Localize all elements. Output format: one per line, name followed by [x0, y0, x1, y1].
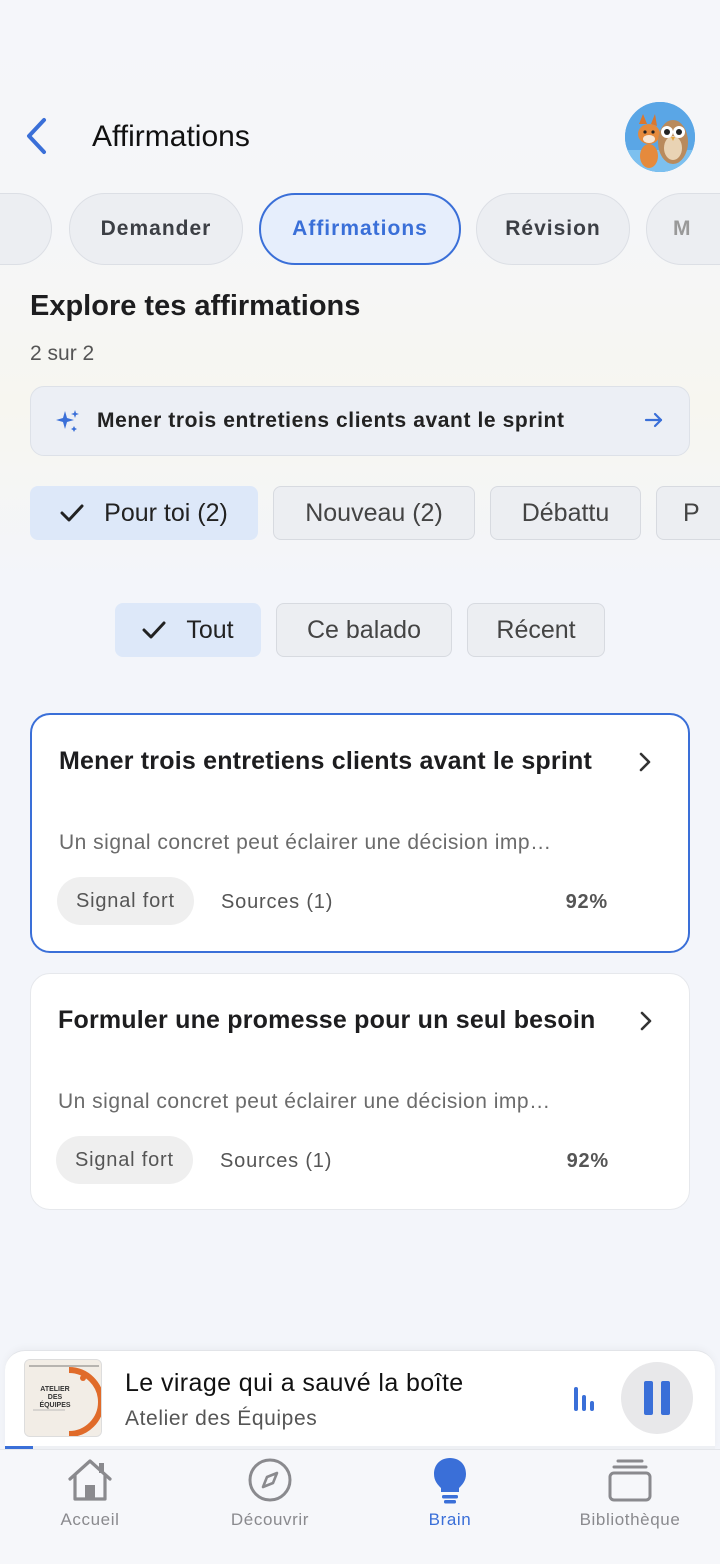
tab-demander[interactable]: Demander [69, 193, 243, 265]
filter-recent[interactable]: Récent [467, 603, 605, 657]
suggestion-text: Mener trois entretiens clients avant le … [97, 409, 565, 432]
filter-label: Nouveau (2) [305, 498, 443, 527]
suggestion-banner[interactable]: Mener trois entretiens clients avant le … [30, 386, 690, 456]
category-filters: Pour toi (2) Nouveau (2) Débattu P [0, 484, 720, 544]
filter-debattu[interactable]: Débattu [490, 486, 641, 540]
filter-label: Tout [186, 615, 234, 644]
card-title: Mener trois entretiens clients avant le … [59, 747, 592, 775]
filter-nouveau[interactable]: Nouveau (2) [273, 486, 475, 540]
home-icon [68, 1459, 112, 1501]
pause-button[interactable] [621, 1362, 693, 1434]
filter-label: Pour toi (2) [104, 498, 228, 527]
nav-decouvrir[interactable]: Découvrir [180, 1450, 360, 1550]
tab-label: Affirmations [292, 217, 428, 240]
sparkle-icon [56, 410, 79, 432]
section-tabs: Demander Affirmations Révision M [0, 192, 720, 266]
header: Affirmations [0, 100, 720, 176]
page-title: Affirmations [92, 120, 250, 153]
tab-partial-right[interactable]: M [646, 193, 720, 265]
back-button[interactable] [14, 114, 58, 158]
card-title: Formuler une promesse pour un seul besoi… [58, 1006, 596, 1034]
mini-player[interactable]: ATELIER DES ÉQUIPES Le virage qui a sauv… [5, 1350, 715, 1448]
library-icon [608, 1459, 652, 1502]
episode-cover: ATELIER DES ÉQUIPES [24, 1359, 102, 1437]
confidence-percent: 92% [565, 891, 608, 913]
chevron-left-icon [27, 118, 46, 154]
nav-bibliotheque[interactable]: Bibliothèque [540, 1450, 720, 1550]
signal-badge: Signal fort [57, 877, 194, 925]
nav-label: Découvrir [230, 1510, 310, 1529]
checkmark-icon [142, 621, 166, 639]
filter-label: Récent [496, 615, 576, 644]
lightbulb-icon [434, 1458, 466, 1504]
card-description: Un signal concret peut éclairer une déci… [59, 831, 552, 854]
filter-tout[interactable]: Tout [115, 603, 261, 657]
tab-partial-left[interactable] [0, 193, 52, 265]
checkmark-icon [60, 504, 84, 522]
player-title: Le virage qui a sauvé la boîte [125, 1369, 464, 1397]
tab-label: Révision [505, 217, 601, 240]
pause-icon [644, 1381, 670, 1415]
confidence-percent: 92% [566, 1150, 609, 1172]
arrow-right-icon [644, 412, 663, 428]
nav-accueil[interactable]: Accueil [0, 1450, 180, 1550]
section-title: Explore tes affirmations [30, 290, 361, 322]
card-description: Un signal concret peut éclairer une déci… [58, 1090, 551, 1113]
nav-label: Bibliothèque [579, 1510, 681, 1529]
bottom-tab-bar: Accueil Découvrir Brain Bibliothèque [0, 1449, 720, 1564]
nav-label: Brain [428, 1510, 472, 1529]
tab-revision[interactable]: Révision [476, 193, 630, 265]
affirmation-card[interactable]: Formuler une promesse pour un seul besoi… [30, 973, 690, 1210]
sources-link[interactable]: Sources (1) [221, 891, 333, 914]
filter-label: Débattu [521, 498, 610, 527]
player-subtitle: Atelier des Équipes [125, 1407, 318, 1430]
nav-brain[interactable]: Brain [360, 1450, 540, 1550]
tab-affirmations[interactable]: Affirmations [259, 193, 461, 265]
filter-label: Ce balado [307, 615, 421, 644]
chevron-right-icon [639, 752, 651, 772]
affirmation-card[interactable]: Mener trois entretiens clients avant le … [30, 713, 690, 953]
equalizer-icon[interactable] [572, 1383, 596, 1413]
avatar-illustration-icon [625, 102, 695, 172]
sources-link[interactable]: Sources (1) [220, 1150, 332, 1173]
chevron-right-icon [640, 1011, 652, 1031]
filter-partial[interactable]: P [656, 486, 720, 540]
signal-badge: Signal fort [56, 1136, 193, 1184]
tab-label: M [673, 217, 692, 240]
nav-label: Accueil [60, 1510, 120, 1529]
filter-ce-balado[interactable]: Ce balado [276, 603, 452, 657]
scope-filters: Tout Ce balado Récent [0, 601, 720, 661]
compass-icon [248, 1458, 292, 1502]
cover-title: ATELIER DES ÉQUIPES [39, 1386, 71, 1409]
filter-pour-toi[interactable]: Pour toi (2) [30, 486, 258, 540]
result-count: 2 sur 2 [30, 342, 95, 365]
filter-label: P [683, 498, 700, 527]
avatar[interactable] [625, 102, 695, 172]
tab-label: Demander [100, 217, 212, 240]
